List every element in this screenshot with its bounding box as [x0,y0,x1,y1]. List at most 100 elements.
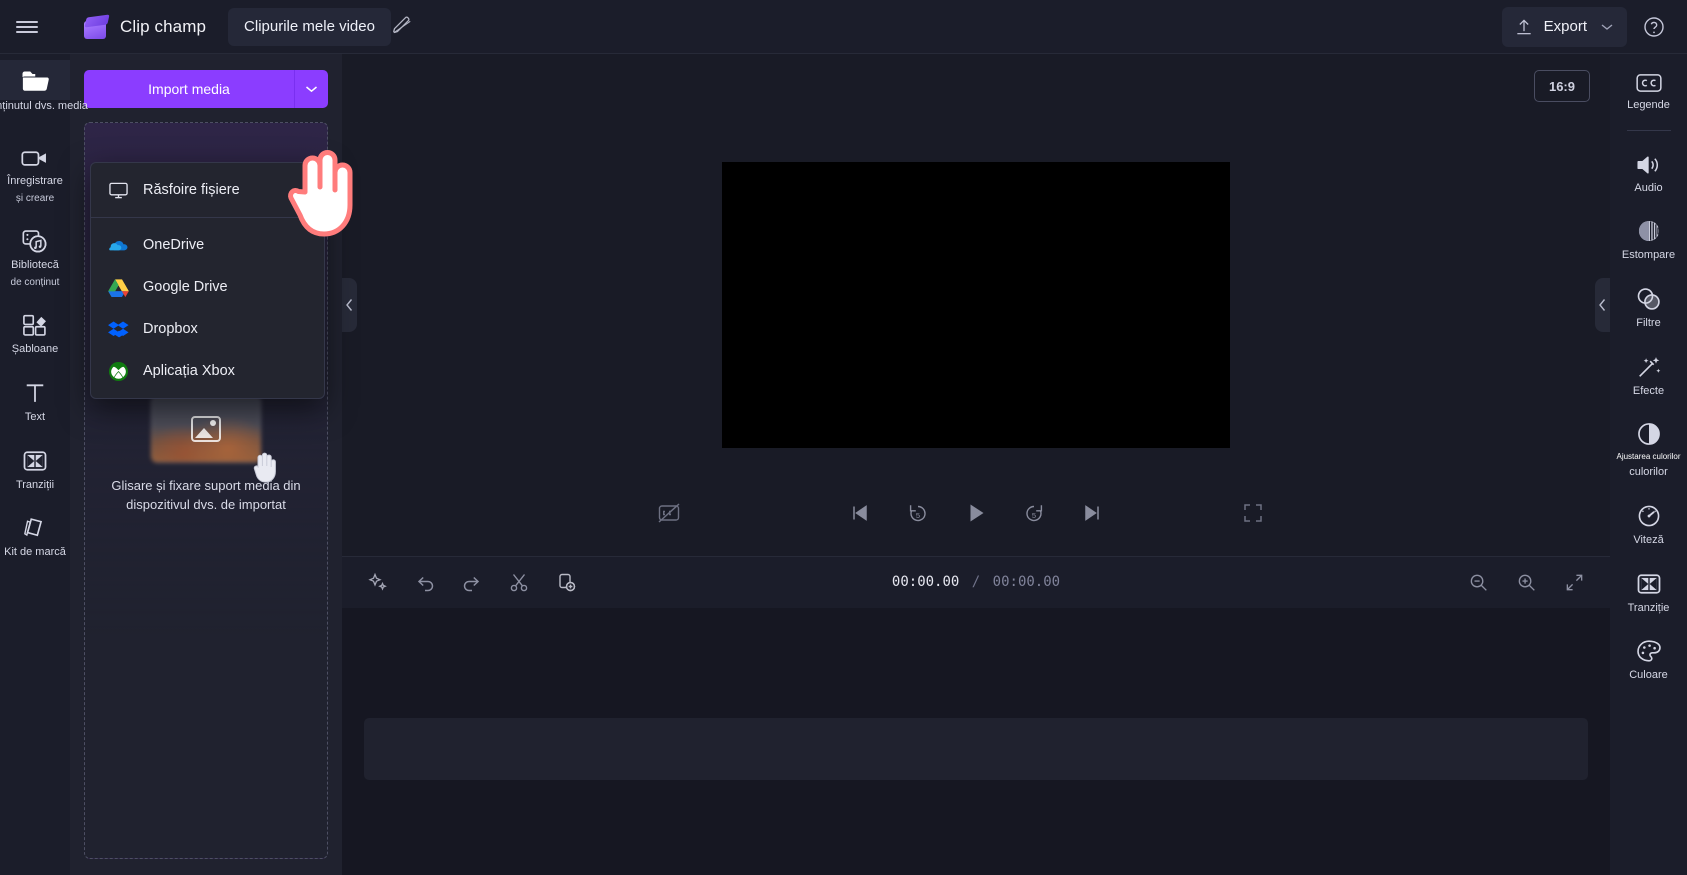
right-item-speed[interactable]: Viteză [1614,495,1684,553]
right-item-filters[interactable]: Filtre [1614,278,1684,336]
sidebar-item-sublabel-record: și creare [15,192,55,204]
dropdown-item-label-browse: Răsfoire fișiere [143,182,240,198]
redo-button[interactable] [458,568,486,596]
right-item-effects[interactable]: Efecte [1614,346,1684,404]
hamburger-menu-icon[interactable] [0,0,54,54]
right-item-label-color: Culoare [1629,669,1668,682]
play-button[interactable] [959,496,993,530]
magic-wand-icon [1638,356,1660,377]
skip-to-end-button[interactable] [1075,496,1109,530]
clipchamp-logo-icon [82,13,110,41]
svg-text:5: 5 [1032,511,1036,520]
export-label: Export [1543,18,1587,35]
sidebar-item-library[interactable]: Bibliotecă de conținut [0,220,70,294]
editor-body: Conținutul dvs. media Înregistrare și cr… [0,54,1687,875]
zoom-in-button[interactable] [1512,568,1540,596]
dropdown-item-xbox[interactable]: Aplicația Xbox [91,350,324,392]
forward-5-button[interactable]: 5 [1017,496,1051,530]
chevron-down-icon [306,85,317,92]
brand-logo-link[interactable]: Clip champ [82,13,206,41]
zoom-out-icon [1470,574,1487,591]
palette-icon [1636,640,1661,662]
project-name-tab[interactable]: Clipurile mele video [228,7,411,46]
captions-off-icon [658,502,680,523]
timeline-tracks[interactable] [342,607,1610,875]
video-canvas[interactable] [722,161,1230,448]
sidebar-item-text[interactable]: Text [0,372,70,430]
skip-to-start-button[interactable] [843,496,877,530]
right-item-captions[interactable]: Legende [1614,64,1684,118]
speedometer-icon [1638,505,1659,527]
right-item-label-effects: Efecte [1632,384,1665,397]
chevron-down-icon[interactable] [1601,23,1613,31]
right-item-color-adjust[interactable]: Ajustarea culorilor culorilor [1614,413,1684,485]
dropdown-item-label-onedrive: OneDrive [143,237,205,253]
sidebar-item-media[interactable]: Conținutul dvs. media [0,60,88,112]
content-library-icon [22,230,47,253]
text-icon [26,384,44,402]
sidebar-item-templates[interactable]: Șabloane [0,304,70,362]
sidebar-item-label-library: Bibliotecă [11,259,59,272]
right-sidebar: Legende Audio Estompare Filtre Efecte Aj… [1610,54,1687,875]
rewind-5-icon: 5 [909,504,926,521]
zoom-out-button[interactable] [1464,568,1492,596]
speaker-icon [1636,156,1658,174]
collapse-left-panel-button[interactable] [342,277,357,332]
fit-to-screen-button[interactable] [1560,568,1588,596]
timeline-empty-track[interactable] [364,717,1588,780]
fit-to-screen-icon [1566,574,1582,590]
dropdown-item-dropbox[interactable]: Dropbox [91,308,324,350]
right-item-label-color-adjust: culorilor [1629,466,1668,479]
collapse-right-panel-button[interactable] [1595,277,1610,332]
templates-icon [23,315,46,337]
import-media-button[interactable]: Import media [84,70,294,108]
forward-5-icon: 5 [1026,504,1043,521]
sidebar-item-brandkit[interactable]: Kit de marcă [0,507,70,565]
undo-button[interactable] [411,568,439,596]
help-button[interactable] [1635,8,1673,46]
upload-icon [1514,17,1534,37]
clipchamp-editor: Clip champ Clipurile mele video Export ț… [0,0,1687,875]
sidebar-item-label-transitions: Tranziții [15,478,55,491]
sidebar-item-label-templates: Șabloane [11,343,59,356]
video-preview-area: 16:9 5 5 [342,54,1610,556]
right-item-color[interactable]: Culoare [1614,630,1684,688]
import-media-dropdown-menu: Răsfoire fișiere OneDrive Google Drive D… [90,162,325,399]
split-button[interactable] [505,568,533,596]
import-media-dropdown-toggle[interactable] [294,70,328,108]
top-bar: Clip champ Clipurile mele video Export [0,0,1687,54]
pencil-icon[interactable] [391,14,413,36]
fullscreen-icon [1244,503,1262,522]
redo-icon [463,576,480,592]
fullscreen-button[interactable] [1236,496,1270,530]
dropdown-item-onedrive[interactable]: OneDrive [91,224,324,266]
aspect-ratio-button[interactable]: 16:9 [1533,70,1590,102]
sidebar-item-label-media: Conținutul dvs. media [0,100,88,112]
rewind-5-button[interactable]: 5 [901,496,935,530]
right-item-label-filters: Filtre [1636,316,1661,329]
dropdown-item-label-dropbox: Dropbox [143,321,198,337]
dropdown-item-browse[interactable]: Răsfoire fișiere [91,169,324,211]
sidebar-item-record[interactable]: Înregistrare și creare [0,138,70,210]
timeline-toolbar: 00:00.00 / 00:00.00 [342,555,1610,608]
dropdown-separator [91,217,324,218]
right-item-fade[interactable]: Estompare [1614,210,1684,268]
timecode-display: 00:00.00 / 00:00.00 [892,574,1060,590]
top-bar-actions: Export [1501,6,1687,47]
sidebar-item-sublabel-library: de conținut [10,276,60,288]
image-icon [191,416,221,442]
aspect-ratio-label: 16:9 [1548,78,1575,94]
right-item-audio[interactable]: Audio [1614,145,1684,201]
captions-toggle-button[interactable] [652,496,686,530]
skip-to-start-icon [853,504,867,521]
export-button[interactable]: Export [1501,6,1627,47]
preview-and-timeline: 16:9 5 5 00:00.00 / 00:00.00 [342,54,1610,875]
sidebar-item-label-text: Text [24,410,46,423]
sidebar-item-transitions[interactable]: Tranziții [0,440,70,498]
duplicate-button[interactable] [552,568,580,596]
magic-sparkle-button[interactable] [364,568,392,596]
grab-hand-icon [249,447,283,485]
right-item-transition[interactable]: Tranziție [1614,563,1684,621]
dropdown-item-googledrive[interactable]: Google Drive [91,266,324,308]
sidebar-item-label-record: Înregistrare [7,175,63,187]
